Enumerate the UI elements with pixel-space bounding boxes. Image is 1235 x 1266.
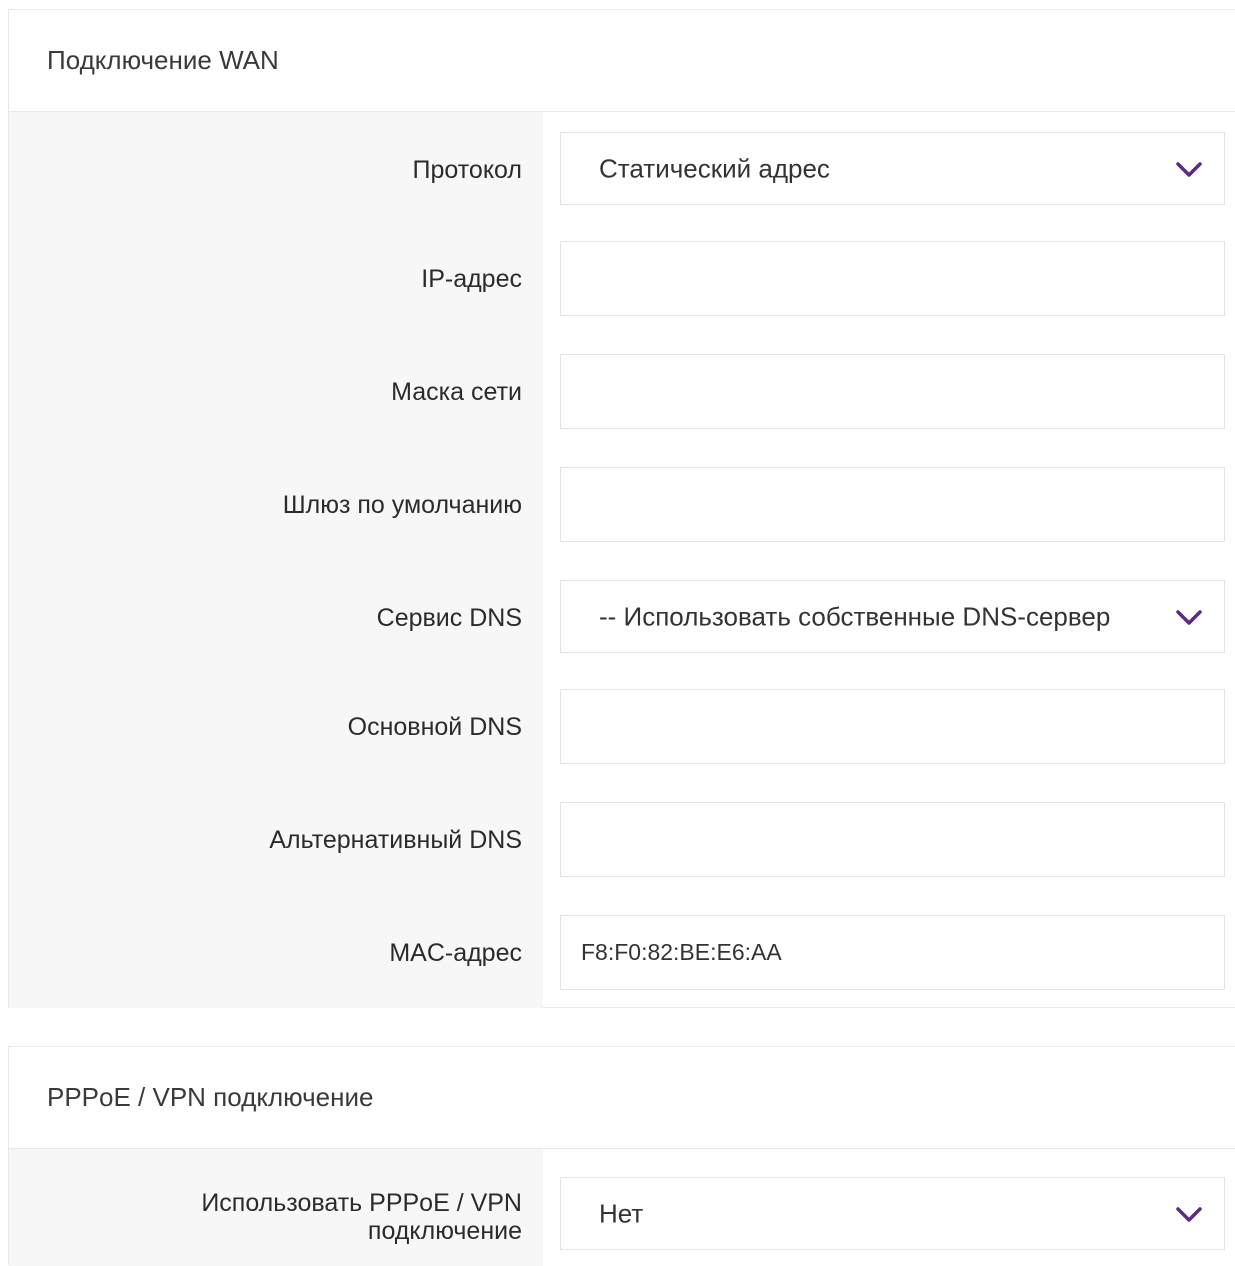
dns-primary-label: Основной DNS (347, 713, 522, 741)
gateway-input[interactable] (560, 467, 1225, 542)
ip-label: IP-адрес (421, 265, 522, 293)
wan-panel-body: Протокол Статический адрес IP-адрес Маск… (9, 112, 1235, 1008)
gateway-field[interactable] (561, 468, 1224, 541)
mask-label: Маска сети (391, 378, 522, 406)
wan-panel-title: Подключение WAN (9, 10, 1235, 112)
protocol-label: Протокол (412, 156, 522, 184)
mac-label: MAC-адрес (389, 939, 522, 967)
dns-service-select-value: -- Использовать собственные DNS-сервер (599, 601, 1111, 631)
pppoe-panel: PPPoE / VPN подключение Использовать PPP… (8, 1046, 1235, 1266)
gateway-label: Шлюз по умолчанию (282, 491, 522, 519)
mac-address-field[interactable] (561, 916, 1224, 989)
protocol-select-value: Статический адрес (599, 153, 830, 183)
dns-primary-input[interactable] (560, 689, 1225, 764)
dns-alt-field[interactable] (561, 803, 1224, 876)
pppoe-panel-title: PPPoE / VPN подключение (9, 1047, 1235, 1149)
dns-service-label: Сервис DNS (376, 604, 522, 632)
pppoe-use-label-line2: подключение (367, 1217, 522, 1245)
label-column (9, 112, 543, 1008)
dns-primary-field[interactable] (561, 690, 1224, 763)
mac-address-input[interactable] (560, 915, 1225, 990)
chevron-down-icon (1176, 161, 1202, 177)
ip-address-field[interactable] (561, 242, 1224, 315)
netmask-input[interactable] (560, 354, 1225, 429)
dns-alt-label: Альтернативный DNS (269, 826, 522, 854)
wan-panel: Подключение WAN Протокол Статический адр… (8, 9, 1235, 1008)
pppoe-panel-body: Использовать PPPoE / VPN подключение Нет (9, 1149, 1235, 1266)
chevron-down-icon (1176, 609, 1202, 625)
pppoe-use-select-value: Нет (599, 1198, 644, 1228)
dns-service-select[interactable]: -- Использовать собственные DNS-сервер (560, 580, 1225, 653)
pppoe-use-label-line1: Использовать PPPoE / VPN (201, 1189, 522, 1217)
pppoe-use-label: Использовать PPPoE / VPN подключение (9, 1189, 522, 1245)
netmask-field[interactable] (561, 355, 1224, 428)
dns-alt-input[interactable] (560, 802, 1225, 877)
chevron-down-icon (1176, 1206, 1202, 1222)
ip-address-input[interactable] (560, 241, 1225, 316)
protocol-select[interactable]: Статический адрес (560, 132, 1225, 205)
pppoe-use-select[interactable]: Нет (560, 1177, 1225, 1250)
